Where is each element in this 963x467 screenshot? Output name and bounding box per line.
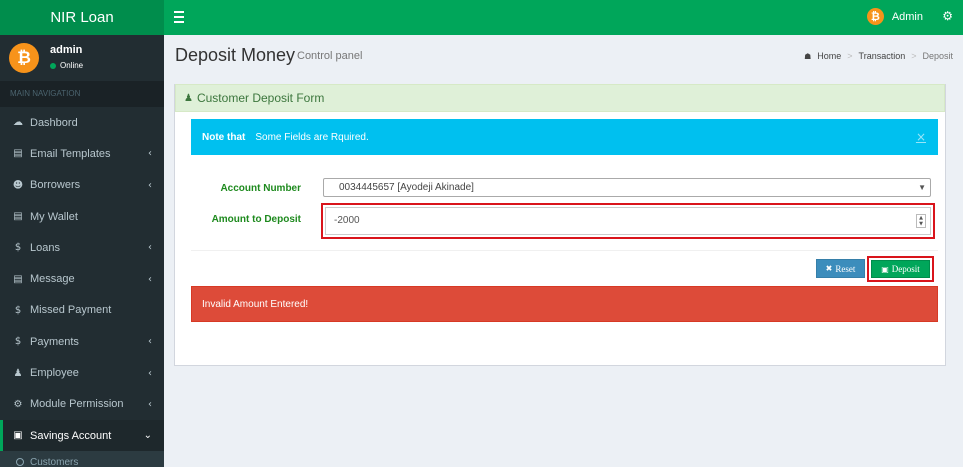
sidebar-item-loans[interactable]: $ Loans ‹ [0, 232, 164, 263]
user-icon: ♟ [184, 92, 193, 104]
breadcrumb-separator: > [911, 51, 917, 61]
breadcrumb-separator: > [847, 51, 853, 61]
amount-highlight: -2000 ▲ ▼ [321, 203, 935, 239]
form-header: ♟ Customer Deposit Form [175, 84, 945, 112]
reset-label: Reset [835, 263, 856, 274]
info-alert-bold: Note that [202, 131, 246, 143]
money-icon: ▣ [13, 430, 23, 442]
sidebar-item-label: Loans [30, 241, 60, 254]
sidebar-item-module-permission[interactable]: ⚙ Module Permission ‹ [0, 389, 164, 420]
sidebar-item-message[interactable]: ▤ Message ‹ [0, 263, 164, 294]
sidebar-item-label: Email Templates [30, 147, 111, 160]
user-status-label: Online [60, 61, 84, 70]
sidebar-item-label: My Wallet [30, 210, 78, 223]
close-icon[interactable]: × [916, 130, 926, 144]
dollar-icon: $ [14, 242, 22, 254]
app-title: NIR Loan [50, 9, 114, 26]
user-status: Online [50, 61, 83, 70]
avatar: ₿ [9, 43, 39, 73]
sidebar-item-label: Message [30, 273, 75, 286]
error-alert: Invalid Amount Entered! [191, 286, 938, 322]
dollar-icon: $ [14, 336, 22, 348]
account-number-select[interactable]: 0034445657 [Ayodeji Akinade] ▼ [323, 178, 931, 197]
number-spinner-icon[interactable]: ▲ ▼ [916, 214, 926, 228]
user-icon: ♟ [13, 367, 23, 379]
users-icon: ☻ [12, 179, 24, 191]
reset-button[interactable]: ✖ Reset [816, 259, 865, 278]
breadcrumb-home[interactable]: Home [817, 51, 841, 61]
chevron-left-icon: ‹ [148, 148, 152, 160]
amount-label: Amount to Deposit [211, 214, 301, 225]
user-name: admin [50, 44, 83, 56]
dashboard-icon: ☁ [13, 117, 23, 129]
book-icon: ▤ [13, 211, 23, 223]
bitcoin-icon: ₿ [866, 8, 884, 25]
breadcrumb-transaction[interactable]: Transaction [859, 51, 906, 61]
sidebar-item-label: Payments [30, 335, 79, 348]
sidebar-item-savings-account[interactable]: ▣ Savings Account ⌄ [0, 419, 164, 452]
amount-value: -2000 [334, 215, 360, 226]
info-alert: Note that Some Fields are Rquired. × [191, 119, 938, 155]
sidebar-submenu: Customers [0, 451, 164, 467]
chevron-down-icon: ▼ [918, 183, 926, 192]
sidebar-subitem-label: Customers [30, 456, 79, 467]
sidebar-item-label: Savings Account [30, 429, 112, 442]
amount-input[interactable]: -2000 ▲ ▼ [325, 207, 931, 235]
sidebar-item-employee[interactable]: ♟ Employee ‹ [0, 357, 164, 388]
sidebar-item-my-wallet[interactable]: ▤ My Wallet [0, 201, 164, 232]
user-menu[interactable]: ₿ Admin [866, 8, 923, 25]
sidebar-item-label: Employee [30, 367, 79, 380]
sidebar-item-label: Missed Payment [30, 304, 112, 317]
book-icon: ▤ [13, 148, 23, 160]
deposit-label: Deposit [891, 264, 920, 274]
chevron-left-icon: ‹ [148, 336, 152, 348]
form-divider [191, 250, 938, 251]
sidebar-menu: ☁ Dashbord ▤ Email Templates ‹ ☻ Borrowers ‹ ▤ My… [0, 107, 164, 452]
sidebar-item-label: Dashbord [30, 116, 78, 129]
menu-toggle-icon[interactable] [174, 11, 184, 23]
info-alert-text: Some Fields are Rquired. [255, 131, 369, 143]
chevron-down-icon: ⌄ [143, 430, 152, 442]
sidebar-item-label: Borrowers [30, 179, 81, 192]
sidebar-item-borrowers[interactable]: ☻ Borrowers ‹ [0, 170, 164, 201]
breadcrumb-current: Deposit [922, 51, 953, 61]
sidebar-item-missed-payment[interactable]: $ Missed Payment [0, 295, 164, 326]
form-title: Customer Deposit Form [196, 91, 325, 105]
top-navbar: ₿ Admin ⚙ [164, 0, 963, 35]
online-dot-icon [50, 62, 56, 69]
app-logo[interactable]: NIR Loan [0, 0, 164, 35]
close-icon: ✖ [825, 264, 833, 273]
nav-header: MAIN NAVIGATION [0, 81, 164, 107]
sidebar-subitem-customers[interactable]: Customers [0, 451, 164, 467]
sidebar: ₿ admin Online MAIN NAVIGATION ☁ Dashbord… [0, 35, 164, 467]
chevron-left-icon: ‹ [148, 367, 152, 379]
chevron-left-icon: ‹ [148, 179, 152, 191]
deposit-highlight: ▣ Deposit [867, 256, 934, 282]
account-number-value: 0034445657 [Ayodeji Akinade] [339, 182, 474, 193]
sidebar-item-payments[interactable]: $ Payments ‹ [0, 326, 164, 357]
sidebar-item-dashbord[interactable]: ☁ Dashbord [0, 107, 164, 138]
deposit-form-box: ♟ Customer Deposit Form Note that Some F… [174, 84, 946, 366]
error-text: Invalid Amount Entered! [202, 298, 309, 310]
user-menu-label: Admin [891, 10, 923, 23]
dollar-icon: $ [14, 304, 22, 316]
circle-icon [16, 458, 24, 467]
sidebar-item-email-templates[interactable]: ▤ Email Templates ‹ [0, 138, 164, 169]
page-title: Deposit Money [175, 45, 296, 65]
account-number-label: Account Number [220, 183, 301, 194]
breadcrumb: ☗ Home > Transaction > Deposit [804, 51, 953, 61]
book-icon: ▤ [13, 273, 23, 285]
user-panel: ₿ admin Online [0, 35, 164, 81]
home-icon: ☗ [804, 51, 812, 61]
chevron-left-icon: ‹ [148, 242, 152, 254]
chevron-left-icon: ‹ [148, 398, 152, 410]
deposit-button[interactable]: ▣ Deposit [871, 260, 930, 278]
page-subtitle: Control panel [297, 50, 363, 62]
sidebar-item-label: Module Permission [30, 398, 124, 411]
save-icon: ▣ [881, 264, 889, 274]
gears-icon[interactable]: ⚙ [942, 9, 953, 23]
chevron-left-icon: ‹ [148, 273, 152, 285]
gears-icon: ⚙ [13, 398, 23, 410]
